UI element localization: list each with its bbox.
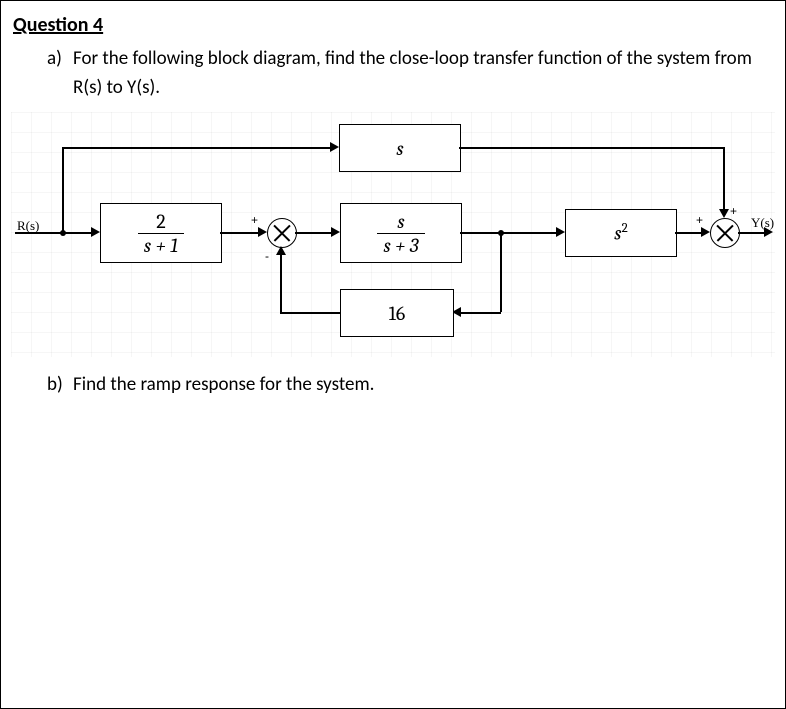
part-a: a) For the following block diagram, find… [47, 45, 775, 102]
sum1-sign-bottom: - [265, 249, 269, 263]
output-label: Y(s) [751, 215, 774, 231]
sum2-sign-left: + [696, 213, 703, 227]
g3-exponent: 2 [622, 221, 628, 236]
arrowhead-icon [330, 142, 339, 152]
sum1-sign-left: + [251, 213, 258, 227]
wire [280, 312, 340, 314]
wire [723, 147, 725, 211]
h-top-label: s [396, 137, 403, 160]
g1-numerator: 2 [150, 211, 171, 233]
wire [280, 253, 282, 313]
part-a-text: For the following block diagram, find th… [73, 45, 775, 102]
h-feedback-label: 16 [389, 302, 406, 325]
wire [62, 147, 334, 149]
wire [460, 312, 501, 314]
question-number: Question 4 [13, 13, 775, 37]
block-diagram: R(s) 2 s + 1 + s s + 3 [11, 112, 775, 357]
arrowhead-icon [701, 227, 710, 237]
wire [460, 232, 560, 234]
arrowhead-icon [556, 227, 565, 237]
g2-denominator: s + 3 [377, 233, 424, 256]
wire [220, 232, 260, 234]
summing-junction-1 [267, 218, 297, 248]
wire [15, 232, 95, 234]
page: Question 4 a) For the following block di… [0, 0, 786, 709]
g2-numerator: s [391, 211, 410, 233]
wire [62, 147, 64, 233]
g3-base: s [614, 222, 621, 245]
part-b-letter: b) [47, 371, 73, 400]
g1-denominator: s + 1 [138, 233, 184, 256]
arrowhead-icon [91, 227, 100, 237]
block-h-top: s [339, 124, 461, 172]
sum2-sign-top: + [730, 204, 737, 218]
wire [500, 232, 502, 312]
wire [295, 232, 335, 234]
summing-junction-2 [710, 218, 740, 248]
block-g3: s2 [565, 209, 677, 257]
part-b: b) Find the ramp response for the system… [47, 371, 775, 400]
block-g1: 2 s + 1 [100, 203, 222, 263]
wire [459, 147, 724, 149]
part-b-text: Find the ramp response for the system. [73, 371, 775, 400]
block-h-feedback: 16 [340, 289, 454, 337]
arrowhead-icon [331, 227, 340, 237]
block-g2: s s + 3 [340, 203, 462, 263]
arrowhead-icon [719, 209, 729, 218]
arrowhead-icon [276, 246, 286, 255]
part-a-letter: a) [47, 45, 73, 102]
arrowhead-icon [258, 227, 267, 237]
